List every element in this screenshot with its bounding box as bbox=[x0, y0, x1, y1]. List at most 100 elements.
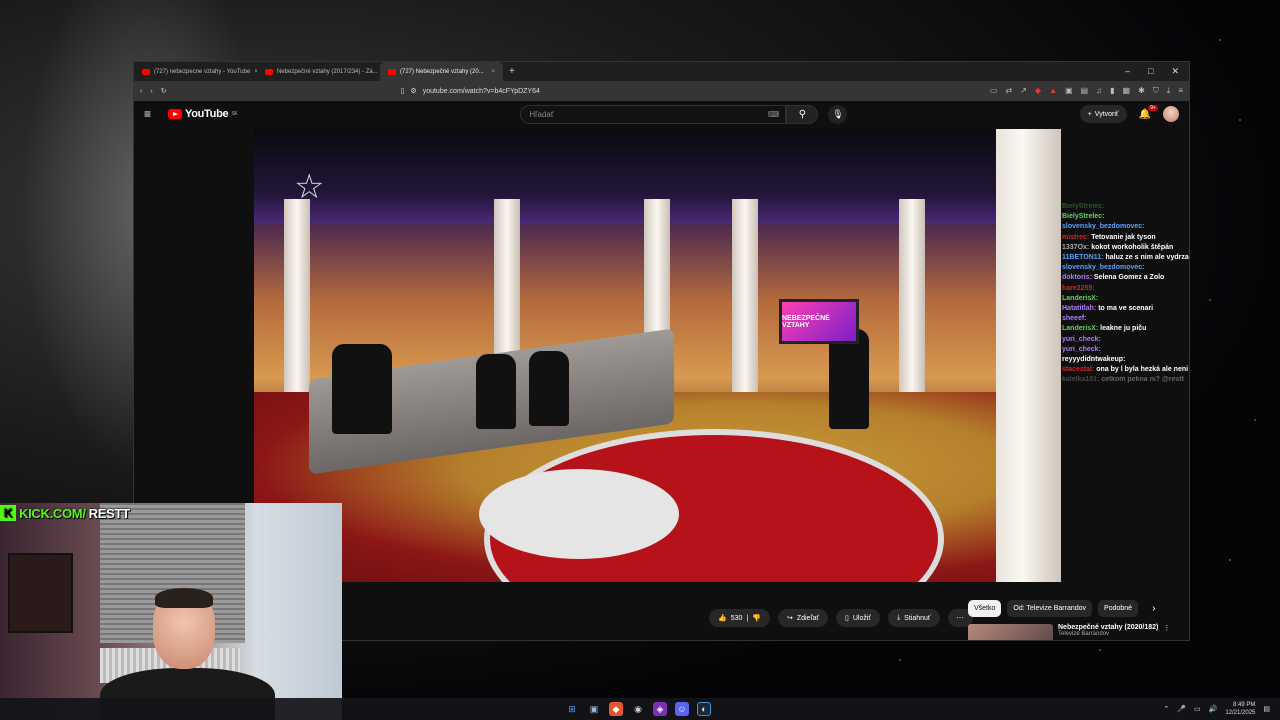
url-text: youtube.com/watch?v=b4cFYpDZY64 bbox=[422, 87, 540, 95]
chat-username[interactable]: doktoris: bbox=[1062, 274, 1092, 281]
new-tab-button[interactable]: + bbox=[503, 66, 521, 77]
like-button[interactable]: 👍 530 | 👎 bbox=[709, 609, 770, 627]
chat-username[interactable]: LanderisX: bbox=[1062, 295, 1098, 302]
chat-username[interactable]: reyyydidntwakeup: bbox=[1062, 356, 1125, 363]
chat-username[interactable]: yuri_check: bbox=[1062, 346, 1101, 353]
hamburger-menu-icon[interactable]: ≡ bbox=[144, 107, 168, 121]
avatar[interactable] bbox=[1163, 106, 1179, 122]
video-player[interactable]: NEBEZPEČNÉ VZTAHY ☆ bbox=[254, 129, 1061, 582]
translate-icon[interactable]: ⇄ bbox=[1006, 86, 1013, 96]
close-tab-icon[interactable]: × bbox=[491, 69, 495, 75]
chip-related[interactable]: Podobné bbox=[1098, 600, 1139, 617]
thumbs-down-icon[interactable]: 👎 bbox=[752, 614, 761, 622]
tabs-icon[interactable]: ▦ bbox=[1123, 86, 1131, 96]
tab-label: (727) nebezpecne vztahy - YouTube bbox=[154, 68, 251, 75]
video-thumbnail[interactable] bbox=[968, 624, 1053, 640]
url-field[interactable]: ▯ ⚙ youtube.com/watch?v=b4cFYpDZY64 bbox=[174, 83, 982, 99]
chat-username[interactable]: stacestal: bbox=[1062, 366, 1094, 373]
plus-icon: + bbox=[1087, 110, 1092, 118]
speaker-icon[interactable]: 🔊 bbox=[1209, 705, 1218, 713]
chat-message: 1337Ox: kokot workoholik štěpán bbox=[1062, 243, 1189, 253]
extension-icon[interactable]: ▣ bbox=[1065, 86, 1073, 96]
microphone-tray-icon[interactable]: 🎤 bbox=[1177, 705, 1186, 713]
site-info-icon[interactable]: ⚙ bbox=[410, 87, 416, 95]
reload-icon[interactable]: ↻ bbox=[161, 87, 167, 95]
share-icon[interactable]: ↗ bbox=[1020, 86, 1027, 96]
chat-username[interactable]: LanderisX: bbox=[1062, 325, 1098, 332]
chat-username[interactable]: sheeef: bbox=[1062, 315, 1087, 322]
menu-icon[interactable]: ≡ bbox=[1178, 86, 1183, 96]
recommended-title[interactable]: Nebezpečné vztahy (2020/182) bbox=[1058, 624, 1158, 631]
keyboard-icon[interactable]: ⌨ bbox=[768, 110, 780, 119]
maximize-icon[interactable]: □ bbox=[1148, 66, 1153, 77]
wall-picture bbox=[8, 553, 73, 633]
brave-browser-icon[interactable]: ◆ bbox=[609, 702, 623, 716]
display-icon[interactable]: ▭ bbox=[1194, 705, 1201, 713]
vpn-icon[interactable]: ⛉ bbox=[1153, 86, 1159, 96]
chip-from-channel[interactable]: Od: Televize Barrandov bbox=[1007, 600, 1093, 617]
search-button[interactable]: ⚲ bbox=[786, 104, 819, 124]
search-bar: Hľadať ⌨ ⚲ 🎙 bbox=[520, 104, 848, 124]
download-icon: ⤓ bbox=[897, 614, 901, 621]
chip-all[interactable]: Všetko bbox=[968, 600, 1002, 617]
recommended-channel[interactable]: Televize Barrandov bbox=[1058, 631, 1158, 637]
download-icon[interactable]: ⤓ bbox=[1167, 86, 1171, 96]
guest-person bbox=[529, 351, 569, 426]
kick-overlay-label: K KICK.COM/ RESTT bbox=[0, 503, 130, 523]
search-icon: ⚲ bbox=[798, 108, 807, 120]
tab-label: (727) Nebezpečné vztahy (20... bbox=[400, 68, 484, 75]
brave-shield-icon[interactable]: ◆ bbox=[1035, 86, 1041, 96]
chat-username[interactable]: BielyStrelec: bbox=[1062, 203, 1104, 210]
chat-username[interactable]: slovensky_bezdomovec: bbox=[1062, 264, 1144, 271]
tab-2[interactable]: Nebezpečné vztahy (2017/234) - Zá... × bbox=[257, 62, 380, 81]
chat-message: hare2255: bbox=[1062, 284, 1189, 294]
sidebar-icon[interactable]: ▮ bbox=[1110, 86, 1114, 96]
chat-username[interactable]: BielyStrelec: bbox=[1062, 213, 1104, 220]
chat-username[interactable]: mistrec: bbox=[1062, 234, 1089, 241]
tab-1[interactable]: (727) nebezpecne vztahy - YouTube × bbox=[134, 62, 257, 81]
voice-search-button[interactable]: 🎙 bbox=[828, 104, 848, 124]
close-window-icon[interactable]: ✕ bbox=[1171, 66, 1179, 77]
cast-icon[interactable]: ▭ bbox=[990, 86, 998, 96]
search-input[interactable]: Hľadať ⌨ bbox=[520, 104, 787, 124]
task-view-icon[interactable]: ▣ bbox=[587, 702, 601, 716]
chat-username[interactable]: 1337Ox: bbox=[1062, 244, 1089, 251]
create-button[interactable]: + Vytvoriť bbox=[1079, 105, 1127, 123]
more-vert-icon[interactable]: ⋮ bbox=[1163, 624, 1170, 640]
chevron-right-icon[interactable]: › bbox=[1152, 603, 1155, 614]
steam-icon[interactable]: ◐ bbox=[697, 702, 711, 716]
minimize-icon[interactable]: – bbox=[1125, 66, 1130, 77]
extensions-icon[interactable]: ✱ bbox=[1138, 86, 1145, 96]
tab-3-active[interactable]: (727) Nebezpečné vztahy (20... × bbox=[380, 62, 503, 81]
tray-chevron-icon[interactable]: ⌃ bbox=[1163, 705, 1169, 713]
chat-username[interactable]: kalelka101: bbox=[1062, 376, 1099, 383]
brave-rewards-icon[interactable]: ▲ bbox=[1049, 86, 1057, 96]
chat-username[interactable]: yuri_check: bbox=[1062, 336, 1101, 343]
extension-icon[interactable]: ▤ bbox=[1081, 86, 1089, 96]
recommended-video[interactable]: Nebezpečné vztahy (2020/182) Televize Ba… bbox=[968, 624, 1170, 640]
media-icon[interactable]: ♫ bbox=[1096, 86, 1102, 96]
back-icon[interactable]: ‹ bbox=[140, 88, 142, 95]
obs-icon[interactable]: ◉ bbox=[631, 702, 645, 716]
youtube-logo[interactable]: YouTube SK bbox=[168, 108, 238, 120]
clock[interactable]: 8:49 PM 12/21/2025 bbox=[1225, 701, 1255, 717]
notifications-bell-icon[interactable]: 🔔 9+ bbox=[1139, 104, 1158, 120]
streamer-hair bbox=[155, 588, 213, 608]
search-placeholder: Hľadať bbox=[529, 109, 554, 119]
region-code: SK bbox=[231, 111, 238, 117]
chat-username[interactable]: hare2255: bbox=[1062, 285, 1095, 292]
chat-username[interactable]: 11BETON11: bbox=[1062, 254, 1104, 261]
bookmark-icon[interactable]: ▯ bbox=[401, 87, 405, 95]
discord-icon[interactable]: ☺ bbox=[675, 702, 689, 716]
save-button[interactable]: ▯ Uložiť bbox=[836, 609, 881, 627]
chat-username[interactable]: Hatatitlah: bbox=[1062, 305, 1096, 312]
windows-start-icon[interactable]: ⊞ bbox=[565, 702, 579, 716]
app-icon[interactable]: ◈ bbox=[653, 702, 667, 716]
download-button[interactable]: ⤓ Stiahnuť bbox=[888, 609, 940, 627]
share-button[interactable]: ↪ Zdieľať bbox=[777, 609, 829, 627]
notifications-icon[interactable]: ▤ bbox=[1263, 705, 1270, 713]
chat-username[interactable]: slovensky_bezdomovec: bbox=[1062, 223, 1144, 230]
forward-icon[interactable]: › bbox=[150, 88, 152, 95]
chat-message: mistrec: Tetovanie jak tyson bbox=[1062, 233, 1189, 243]
studio-screen-text: NEBEZPEČNÉ VZTAHY bbox=[782, 314, 830, 329]
